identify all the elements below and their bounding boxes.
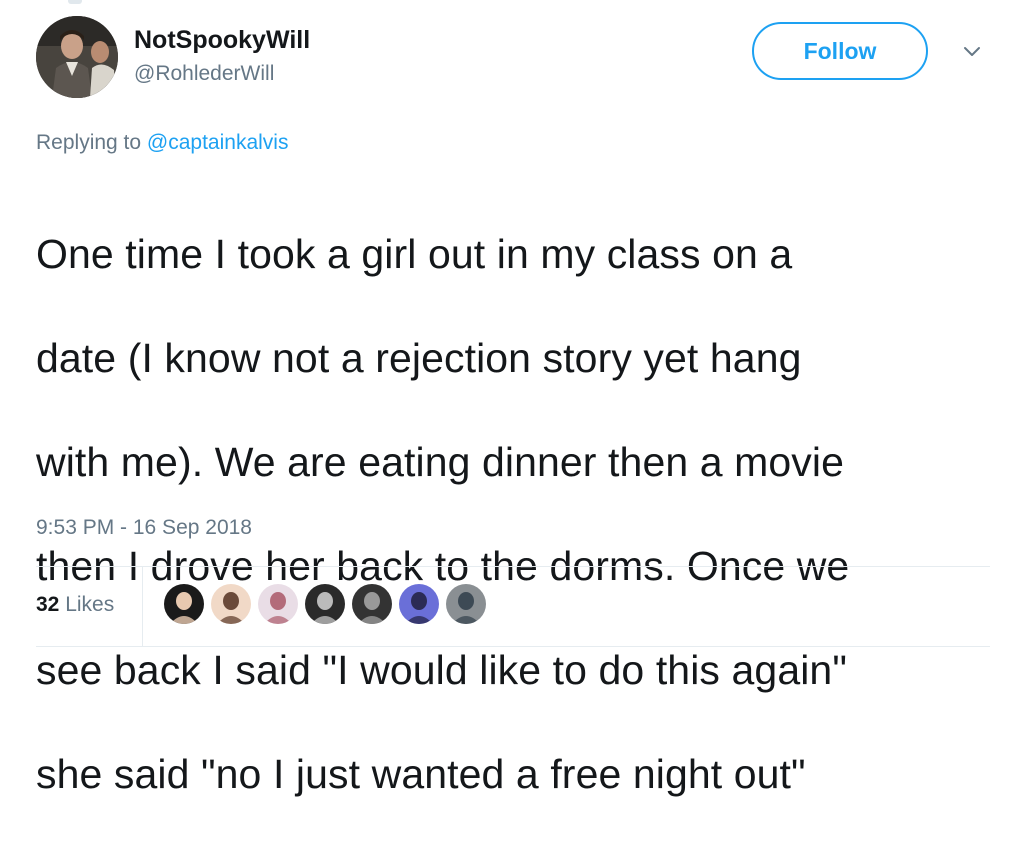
chevron-down-icon[interactable] [960,42,984,62]
top-edge-marker [68,0,82,4]
tweet-text-line: see back I said "I would like to do this… [36,647,847,693]
liker-avatar-7[interactable] [446,584,486,624]
display-name[interactable]: NotSpookyWill [134,26,310,55]
tweet-header: NotSpookyWill @RohlederWill Follow [36,16,996,106]
tweet-timestamp[interactable]: 9:53 PM - 16 Sep 2018 [36,516,252,540]
liker-avatar-2[interactable] [211,584,251,624]
tweet-text: One time I took a girl out in my class o… [36,176,996,852]
tweet-text-line: date (I know not a rejection story yet h… [36,335,802,381]
liker-avatar-5[interactable] [352,584,392,624]
avatar[interactable] [36,16,118,98]
likes-label: Likes [65,593,115,616]
avatar-image [36,16,118,98]
replying-mention-link[interactable]: @captainkalvis [147,131,289,154]
liker-avatar-3[interactable] [258,584,298,624]
likes-stat[interactable]: 32 Likes [36,593,114,617]
liker-avatar-6[interactable] [399,584,439,624]
follow-button[interactable]: Follow [752,22,928,80]
liker-avatar-4[interactable] [305,584,345,624]
liker-avatars [164,584,493,624]
tweet-text-line: One time I took a girl out in my class o… [36,231,793,277]
likes-count: 32 [36,593,60,616]
stats-separator [142,567,143,646]
replying-prefix: Replying to [36,131,142,154]
divider [36,566,990,567]
user-handle[interactable]: @RohlederWill [134,62,274,86]
tweet-text-line: she said "no I just wanted a free night … [36,751,806,797]
liker-avatar-1[interactable] [164,584,204,624]
replying-to: Replying to @captainkalvis [36,131,288,155]
tweet-text-line: with me). We are eating dinner then a mo… [36,439,845,485]
